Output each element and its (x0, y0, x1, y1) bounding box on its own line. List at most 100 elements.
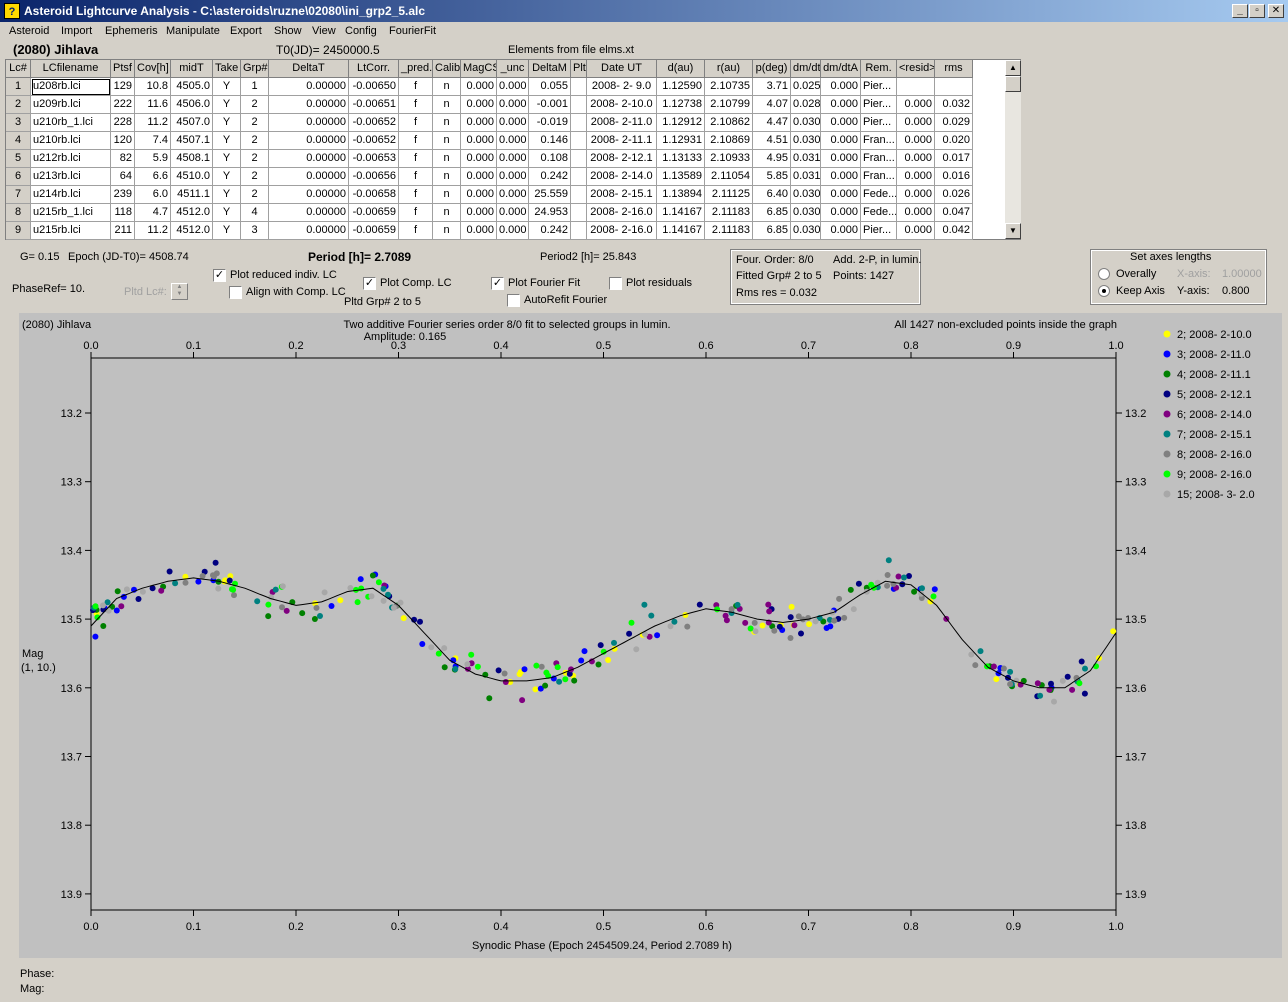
table-cell[interactable]: 6.85 (753, 204, 791, 222)
column-header[interactable]: Plt (571, 60, 587, 78)
table-cell[interactable]: 0.000 (461, 114, 497, 132)
table-cell[interactable]: 0.000 (461, 222, 497, 240)
table-cell[interactable]: 6.0 (135, 186, 171, 204)
table-cell[interactable]: Y (213, 78, 241, 96)
menu-asteroid[interactable]: Asteroid (9, 25, 49, 37)
table-cell[interactable]: n (433, 96, 461, 114)
table-cell[interactable] (571, 96, 587, 114)
table-cell[interactable]: 0.000 (497, 150, 529, 168)
table-cell[interactable]: 0.000 (897, 96, 935, 114)
menu-export[interactable]: Export (230, 25, 262, 37)
table-cell[interactable]: f (399, 204, 433, 222)
table-cell[interactable]: 2.10869 (705, 132, 753, 150)
column-header[interactable]: Grp# (241, 60, 269, 78)
table-cell[interactable]: 0.000 (821, 222, 861, 240)
menu-config[interactable]: Config (345, 25, 377, 37)
table-cell[interactable]: 10.8 (135, 78, 171, 96)
table-cell[interactable]: 2008- 2-11.1 (587, 132, 657, 150)
table-cell[interactable]: 0.055 (529, 78, 571, 96)
table-cell[interactable]: 4507.1 (171, 132, 213, 150)
table-cell[interactable]: n (433, 168, 461, 186)
plot-reduced-checkbox[interactable]: ✓ (213, 269, 226, 282)
table-cell[interactable]: 222 (111, 96, 135, 114)
table-cell[interactable]: Pier... (861, 78, 897, 96)
table-cell[interactable]: 0.000 (497, 186, 529, 204)
lightcurve-plot[interactable]: (2080) Jihlava Two additive Fourier seri… (19, 313, 1282, 958)
table-cell[interactable] (571, 222, 587, 240)
table-cell[interactable]: 0.000 (897, 204, 935, 222)
table-cell[interactable]: 11.6 (135, 96, 171, 114)
table-cell[interactable]: n (433, 78, 461, 96)
table-cell[interactable]: 4.95 (753, 150, 791, 168)
table-cell[interactable]: 1.13589 (657, 168, 705, 186)
table-cell[interactable]: 0.016 (935, 168, 973, 186)
table-cell[interactable]: 129 (111, 78, 135, 96)
table-cell[interactable]: 0.000 (461, 186, 497, 204)
table-cell[interactable]: 0.000 (497, 78, 529, 96)
menu-show[interactable]: Show (274, 25, 302, 37)
table-cell[interactable]: 118 (111, 204, 135, 222)
table-cell[interactable]: 1.13894 (657, 186, 705, 204)
table-cell[interactable]: 2.10799 (705, 96, 753, 114)
table-cell[interactable]: Fede... (861, 186, 897, 204)
table-cell[interactable]: u210rb_1.lci (31, 114, 111, 132)
column-header[interactable]: midT (171, 60, 213, 78)
table-cell[interactable]: Fede... (861, 204, 897, 222)
table-cell[interactable]: Pier... (861, 96, 897, 114)
plot-fourier-checkbox[interactable]: ✓ (491, 277, 504, 290)
table-cell[interactable]: 0.032 (935, 96, 973, 114)
table-cell[interactable]: 11.2 (135, 114, 171, 132)
table-cell[interactable]: -0.00659 (349, 204, 399, 222)
table-cell[interactable]: 24.953 (529, 204, 571, 222)
table-cell[interactable]: 4.7 (135, 204, 171, 222)
table-cell[interactable]: n (433, 186, 461, 204)
table-cell[interactable]: 0.026 (935, 186, 973, 204)
table-cell[interactable]: u209rb.lci (31, 96, 111, 114)
table-cell[interactable]: n (433, 204, 461, 222)
table-cell[interactable]: 1.14167 (657, 204, 705, 222)
table-cell[interactable]: 0.000 (461, 150, 497, 168)
table-cell[interactable]: 0.031 (791, 150, 821, 168)
column-header[interactable]: LtCorr. (349, 60, 399, 78)
table-cell[interactable]: 6.40 (753, 186, 791, 204)
table-cell[interactable]: 228 (111, 114, 135, 132)
column-header[interactable]: Ptsf (111, 60, 135, 78)
table-cell[interactable]: 64 (111, 168, 135, 186)
table-cell[interactable]: 5.9 (135, 150, 171, 168)
table-cell[interactable]: -0.00653 (349, 150, 399, 168)
close-button[interactable]: ✕ (1268, 4, 1284, 18)
table-cell[interactable]: 1 (241, 78, 269, 96)
column-header[interactable]: DeltaM (529, 60, 571, 78)
table-cell[interactable]: 0.030 (791, 132, 821, 150)
table-cell[interactable]: 0.00000 (269, 150, 349, 168)
table-cell[interactable]: 4.07 (753, 96, 791, 114)
table-cell[interactable]: 1.12590 (657, 78, 705, 96)
table-cell[interactable]: 25.559 (529, 186, 571, 204)
table-cell[interactable]: 0.00000 (269, 186, 349, 204)
table-cell[interactable]: 0.000 (461, 132, 497, 150)
table-cell[interactable]: 0.00000 (269, 78, 349, 96)
table-cell[interactable]: 0.030 (791, 204, 821, 222)
table-cell[interactable]: 0.242 (529, 168, 571, 186)
table-cell[interactable]: 0.000 (461, 96, 497, 114)
table-cell[interactable]: 0.000 (821, 132, 861, 150)
table-cell[interactable]: 2008- 2-12.1 (587, 150, 657, 168)
table-cell[interactable] (571, 186, 587, 204)
table-cell[interactable] (571, 204, 587, 222)
table-cell[interactable]: -0.019 (529, 114, 571, 132)
table-cell[interactable]: f (399, 222, 433, 240)
table-cell[interactable]: n (433, 114, 461, 132)
table-cell[interactable]: Pier... (861, 114, 897, 132)
row-header[interactable]: 6 (6, 168, 31, 186)
table-cell[interactable]: 0.000 (897, 150, 935, 168)
table-cell[interactable]: 2008- 2-16.0 (587, 222, 657, 240)
table-cell[interactable]: 4505.0 (171, 78, 213, 96)
table-cell[interactable]: 0.000 (821, 186, 861, 204)
column-header[interactable]: _pred. (399, 60, 433, 78)
table-cell[interactable]: 2008- 2-15.1 (587, 186, 657, 204)
row-header[interactable]: 2 (6, 96, 31, 114)
table-cell[interactable]: 0.000 (461, 204, 497, 222)
table-cell[interactable]: Fran... (861, 168, 897, 186)
table-cell[interactable]: 3 (241, 222, 269, 240)
table-cell[interactable]: 4512.0 (171, 204, 213, 222)
